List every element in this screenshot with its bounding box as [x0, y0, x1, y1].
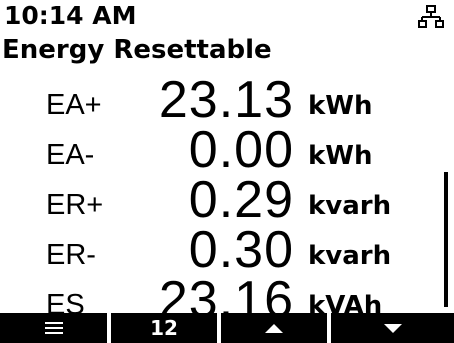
reading-value: 0.29: [188, 171, 294, 229]
page-number: 12: [150, 316, 178, 340]
reading-row-ea-minus: EA- 0.00 kWh: [0, 121, 440, 179]
arrow-down-icon: [383, 323, 402, 333]
reading-row-er-minus: ER- 0.30 kvarh: [0, 221, 440, 279]
reading-value: 0.00: [188, 121, 294, 179]
scrollbar[interactable]: [444, 172, 448, 307]
reading-unit: kvarh: [308, 241, 392, 271]
menu-icon: [44, 322, 63, 334]
reading-unit: kvarh: [308, 191, 392, 221]
reading-value: 0.30: [188, 221, 294, 279]
reading-value: 23.13: [158, 71, 294, 129]
softkey-bar: 12: [0, 313, 454, 343]
reading-row-ea-plus: EA+ 23.13 kWh: [0, 71, 440, 129]
reading-label: ER-: [46, 239, 96, 271]
reading-row-er-plus: ER+ 0.29 kvarh: [0, 171, 440, 229]
network-icon: [418, 5, 444, 28]
clock-time: 10:14 AM: [4, 1, 137, 30]
reading-unit: kWh: [308, 141, 373, 171]
arrow-up-icon: [265, 323, 283, 333]
scroll-down-button[interactable]: [331, 313, 454, 343]
page-title: Energy Resettable: [2, 35, 272, 65]
scroll-up-button[interactable]: [221, 313, 327, 343]
reading-label: EA+: [46, 89, 102, 121]
page-number-button[interactable]: 12: [111, 313, 217, 343]
reading-label: EA-: [46, 139, 95, 171]
readings-list: EA+ 23.13 kWh EA- 0.00 kWh ER+ 0.29 kvar…: [0, 71, 440, 326]
meter-display: 10:14 AM Energy Resettable EA+ 23.13 kWh…: [0, 0, 454, 343]
reading-unit: kWh: [308, 91, 373, 121]
reading-label: ER+: [46, 189, 104, 221]
menu-button[interactable]: [0, 313, 107, 343]
